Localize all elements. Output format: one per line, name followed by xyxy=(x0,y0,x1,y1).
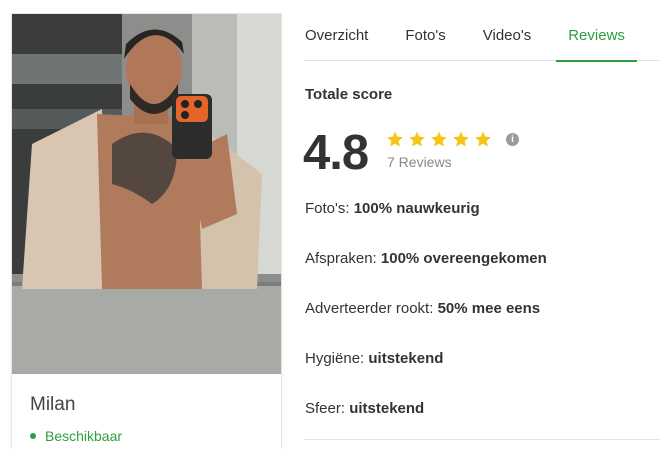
attribute-value: 50% mee eens xyxy=(437,300,541,317)
attribute-row-afspraken: Afspraken: 100% overeengekomen xyxy=(305,250,547,267)
attribute-value: uitstekend xyxy=(368,350,444,367)
attribute-row-hygiene: Hygiëne: uitstekend xyxy=(305,350,443,367)
profile-name: Milan xyxy=(30,394,76,415)
star-icon xyxy=(387,131,403,147)
attribute-label: Afspraken: xyxy=(305,250,377,267)
attribute-row-sfeer: Sfeer: uitstekend xyxy=(305,400,424,417)
star-icon xyxy=(431,131,447,147)
attribute-value: 100% overeengekomen xyxy=(380,250,547,267)
profile-photo[interactable] xyxy=(12,14,281,374)
attribute-label: Hygiëne: xyxy=(305,350,365,367)
attribute-label: Adverteerder rookt: xyxy=(305,300,434,317)
attribute-row-rookt: Adverteerder rookt: 50% mee eens xyxy=(305,300,540,317)
status-label: Beschikbaar xyxy=(45,428,123,444)
section-divider xyxy=(304,439,660,440)
star-icon xyxy=(453,131,469,147)
attribute-label: Foto's: xyxy=(305,200,350,217)
attribute-value: 100% nauwkeurig xyxy=(353,200,480,217)
attribute-label: Sfeer: xyxy=(305,400,346,417)
tab-reviews[interactable]: Reviews xyxy=(556,14,637,62)
tab-overzicht[interactable]: Overzicht xyxy=(305,14,368,61)
tab-fotos[interactable]: Foto's xyxy=(405,14,445,61)
profile-tabs: Overzicht Foto's Video's Reviews xyxy=(304,14,660,62)
tab-videos[interactable]: Video's xyxy=(483,14,531,61)
review-count[interactable]: 7 Reviews xyxy=(387,154,452,170)
availability-status: Beschikbaar xyxy=(30,428,122,444)
info-icon[interactable]: i xyxy=(506,132,519,146)
profile-card[interactable]: Milan Beschikbaar xyxy=(11,13,282,449)
attribute-value: uitstekend xyxy=(349,400,425,417)
attribute-row-fotos: Foto's: 100% nauwkeurig xyxy=(305,200,480,217)
star-rating: i xyxy=(386,130,519,148)
score-title: Totale score xyxy=(305,86,393,103)
star-icon xyxy=(475,131,491,147)
status-dot-icon xyxy=(30,433,36,439)
profile-photo-image xyxy=(12,14,281,374)
star-icon xyxy=(409,131,425,147)
score-value: 4.8 xyxy=(303,126,369,180)
